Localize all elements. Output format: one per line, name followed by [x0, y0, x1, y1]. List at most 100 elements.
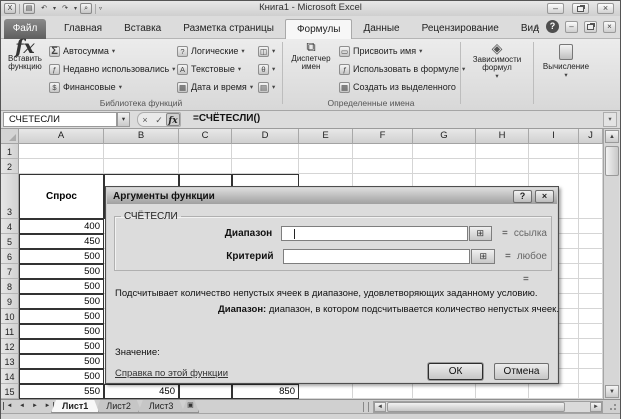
- next-sheet-icon[interactable]: ►: [29, 401, 41, 412]
- cell-A8[interactable]: 500: [19, 279, 104, 294]
- cell-C15[interactable]: [179, 384, 232, 399]
- cell-J9[interactable]: [579, 294, 603, 309]
- use-in-formula-button[interactable]: ƒ Использовать в формуле ▾: [339, 61, 465, 77]
- cell-C1[interactable]: [179, 144, 232, 159]
- name-box-dropdown-arrow[interactable]: ▾: [117, 112, 130, 127]
- logical-button[interactable]: ? Логические ▾: [177, 43, 245, 59]
- define-name-button[interactable]: ▭ Присвоить имя ▾: [339, 43, 422, 59]
- tab-data[interactable]: Данные: [352, 19, 410, 39]
- cell-J1[interactable]: [579, 144, 603, 159]
- col-header-J[interactable]: J: [579, 129, 603, 144]
- col-header-F[interactable]: F: [353, 129, 413, 144]
- cell-A9[interactable]: 500: [19, 294, 104, 309]
- cell-G15[interactable]: [413, 384, 476, 399]
- workbook-restore-button[interactable]: [584, 20, 597, 33]
- col-header-D[interactable]: D: [232, 129, 299, 144]
- resize-grip[interactable]: [608, 402, 618, 412]
- cell-A3[interactable]: Спрос: [19, 174, 104, 219]
- autosum-button[interactable]: Σ Автосумма ▾: [49, 43, 115, 59]
- undo-dropdown-arrow[interactable]: ▾: [53, 5, 56, 12]
- col-header-E[interactable]: E: [299, 129, 353, 144]
- recently-used-button[interactable]: ƒ Недавно использовались ▾: [49, 61, 175, 77]
- row-header-8[interactable]: 8: [1, 279, 19, 294]
- math-trig-button[interactable]: θ ▾: [258, 61, 275, 77]
- cell-F2[interactable]: [353, 159, 413, 174]
- calculation-button[interactable]: Вычисление ▾: [537, 41, 595, 80]
- select-all-corner[interactable]: [1, 129, 19, 144]
- row-header-7[interactable]: 7: [1, 264, 19, 279]
- tab-page-layout[interactable]: Разметка страницы: [172, 19, 285, 39]
- row-header-12[interactable]: 12: [1, 339, 19, 354]
- tab-area-splitter[interactable]: [363, 402, 369, 412]
- horizontal-scrollbar-thumb[interactable]: [387, 402, 565, 412]
- cell-J12[interactable]: [579, 339, 603, 354]
- cell-A6[interactable]: 500: [19, 249, 104, 264]
- col-header-A[interactable]: A: [19, 129, 104, 144]
- help-icon[interactable]: ?: [546, 20, 559, 33]
- first-sheet-icon[interactable]: ◄: [3, 402, 15, 410]
- dialog-title-bar[interactable]: Аргументы функции ? ×: [107, 188, 557, 204]
- cell-J5[interactable]: [579, 234, 603, 249]
- save-icon[interactable]: ▤: [23, 3, 35, 14]
- row-header-9[interactable]: 9: [1, 294, 19, 309]
- cell-A2[interactable]: [19, 159, 104, 174]
- cell-I15[interactable]: [529, 384, 579, 399]
- row-header-5[interactable]: 5: [1, 234, 19, 249]
- horizontal-scrollbar[interactable]: ◄ ►: [373, 401, 603, 413]
- row-header-4[interactable]: 4: [1, 219, 19, 234]
- row-header-14[interactable]: 14: [1, 369, 19, 384]
- cell-G1[interactable]: [413, 144, 476, 159]
- cell-D15[interactable]: 850: [232, 384, 299, 399]
- tab-insert[interactable]: Вставка: [113, 19, 172, 39]
- cell-A12[interactable]: 500: [19, 339, 104, 354]
- vertical-scrollbar[interactable]: ▲ ▼: [603, 129, 619, 399]
- dialog-help-button[interactable]: ?: [513, 189, 532, 203]
- criteria-input[interactable]: [282, 249, 471, 264]
- cell-E15[interactable]: [299, 384, 353, 399]
- cell-D1[interactable]: [232, 144, 299, 159]
- col-header-B[interactable]: B: [104, 129, 179, 144]
- formula-input[interactable]: =СЧЁТЕСЛИ(): [193, 113, 260, 124]
- collapse-ribbon-icon[interactable]: ∧: [534, 22, 540, 31]
- enter-entry-icon[interactable]: ✓: [152, 113, 166, 126]
- ok-button[interactable]: ОК: [428, 363, 483, 380]
- col-header-C[interactable]: C: [179, 129, 232, 144]
- cell-H15[interactable]: [476, 384, 529, 399]
- cell-H2[interactable]: [476, 159, 529, 174]
- cell-J4[interactable]: [579, 219, 603, 234]
- previous-sheet-icon[interactable]: ◄: [16, 401, 28, 412]
- minimize-button[interactable]: –: [547, 3, 564, 14]
- cell-J8[interactable]: [579, 279, 603, 294]
- cell-I2[interactable]: [529, 159, 579, 174]
- col-header-I[interactable]: I: [529, 129, 579, 144]
- cell-J6[interactable]: [579, 249, 603, 264]
- row-header-6[interactable]: 6: [1, 249, 19, 264]
- customize-qat-arrow[interactable]: ▿: [99, 5, 102, 12]
- financial-button[interactable]: $ Финансовые ▾: [49, 79, 122, 95]
- row-header-15[interactable]: 15: [1, 384, 19, 399]
- cell-D2[interactable]: [232, 159, 299, 174]
- cell-A1[interactable]: [19, 144, 104, 159]
- workbook-minimize-button[interactable]: –: [565, 20, 578, 33]
- cell-A14[interactable]: 500: [19, 369, 104, 384]
- row-header-10[interactable]: 10: [1, 309, 19, 324]
- create-from-selection-button[interactable]: ▦ Создать из выделенного: [339, 79, 456, 95]
- vertical-scrollbar-thumb[interactable]: [605, 146, 619, 176]
- name-box[interactable]: СЧЕТЕСЛИ: [3, 112, 117, 127]
- scroll-down-icon[interactable]: ▼: [605, 385, 619, 398]
- row-header-3[interactable]: 3: [1, 174, 19, 219]
- cell-E1[interactable]: [299, 144, 353, 159]
- cell-J2[interactable]: [579, 159, 603, 174]
- cell-A4[interactable]: 400: [19, 219, 104, 234]
- redo-dropdown-arrow[interactable]: ▾: [74, 5, 77, 12]
- range-select-icon[interactable]: ⊞: [468, 226, 492, 241]
- redo-icon[interactable]: ↷: [59, 3, 71, 14]
- cell-A5[interactable]: 450: [19, 234, 104, 249]
- lookup-reference-button[interactable]: ◫ ▾: [258, 43, 275, 59]
- tab-formulas[interactable]: Формулы: [284, 19, 353, 39]
- cell-A15[interactable]: 550: [19, 384, 104, 399]
- cell-G2[interactable]: [413, 159, 476, 174]
- cell-F15[interactable]: [353, 384, 413, 399]
- cell-B2[interactable]: [104, 159, 179, 174]
- undo-icon[interactable]: ↶: [38, 3, 50, 14]
